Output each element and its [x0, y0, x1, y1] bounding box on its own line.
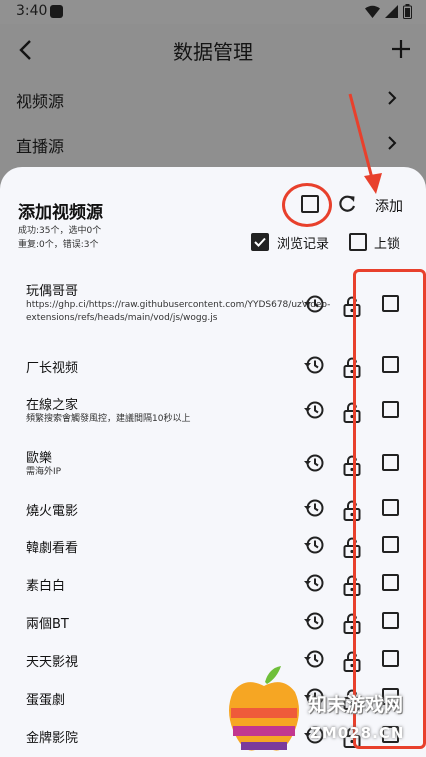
battery-icon [403, 4, 412, 19]
history-icon[interactable] [303, 610, 325, 632]
source-name: 歐樂 [26, 451, 53, 466]
notification-icon [50, 5, 63, 18]
app-bar: 数据管理 [0, 24, 426, 76]
page-title: 数据管理 [173, 40, 253, 64]
menu-row-label: 直播源 [16, 137, 65, 156]
watermark-text: 知末游戏网 [308, 694, 404, 716]
history-icon[interactable] [303, 399, 325, 421]
source-detail: 頻繁搜索會觸發風控，建議間隔10秒以上 [26, 414, 191, 424]
history-checkbox[interactable] [251, 233, 269, 251]
watermark-url: ZM028.CN [310, 724, 405, 742]
source-detail: 需海外IP [26, 467, 62, 477]
status-time: 3:40 [16, 3, 48, 19]
source-name: 在線之家 [26, 398, 79, 413]
lock-checkbox[interactable] [349, 233, 367, 251]
annotation-arrow-icon [348, 93, 382, 194]
watermark-apple-logo [229, 666, 299, 751]
signal-icon [385, 5, 398, 18]
history-icon[interactable] [303, 293, 325, 315]
source-name: 金牌影院 [26, 731, 79, 746]
history-icon[interactable] [303, 497, 325, 519]
history-icon[interactable] [303, 572, 325, 594]
source-name: 蛋蛋劇 [26, 693, 66, 708]
wifi-icon [365, 5, 380, 18]
history-icon[interactable] [303, 354, 325, 376]
sheet-title: 添加视频源 [18, 203, 103, 223]
source-name: 韓劇看看 [26, 541, 79, 556]
status-icons [365, 4, 412, 19]
history-icon[interactable] [303, 452, 325, 474]
history-label: 浏览记录 [277, 237, 330, 252]
annotation-rectangle [353, 269, 426, 749]
source-detail: https://ghp.ci/https://raw.githubusercon… [26, 300, 331, 323]
checkmark-icon [254, 237, 266, 247]
source-name: 兩個BT [26, 617, 69, 632]
source-name: 天天影視 [26, 655, 79, 670]
lock-label: 上锁 [374, 237, 401, 252]
source-name: 玩偶哥哥 [26, 284, 79, 299]
history-icon[interactable] [303, 534, 325, 556]
status-bar: 3:40 [0, 0, 426, 24]
add-icon[interactable] [388, 36, 414, 62]
annotation-circle [282, 183, 332, 227]
history-icon[interactable] [303, 648, 325, 670]
import-stats-success: 成功:35个，选中0个 [18, 226, 102, 236]
import-stats-duplicate: 重复:0个，错误:3个 [18, 240, 99, 250]
menu-row-label: 视频源 [16, 92, 65, 111]
source-name: 燒火電影 [26, 504, 79, 519]
source-name: 厂长视频 [26, 361, 79, 376]
source-name: 素白白 [26, 579, 66, 594]
